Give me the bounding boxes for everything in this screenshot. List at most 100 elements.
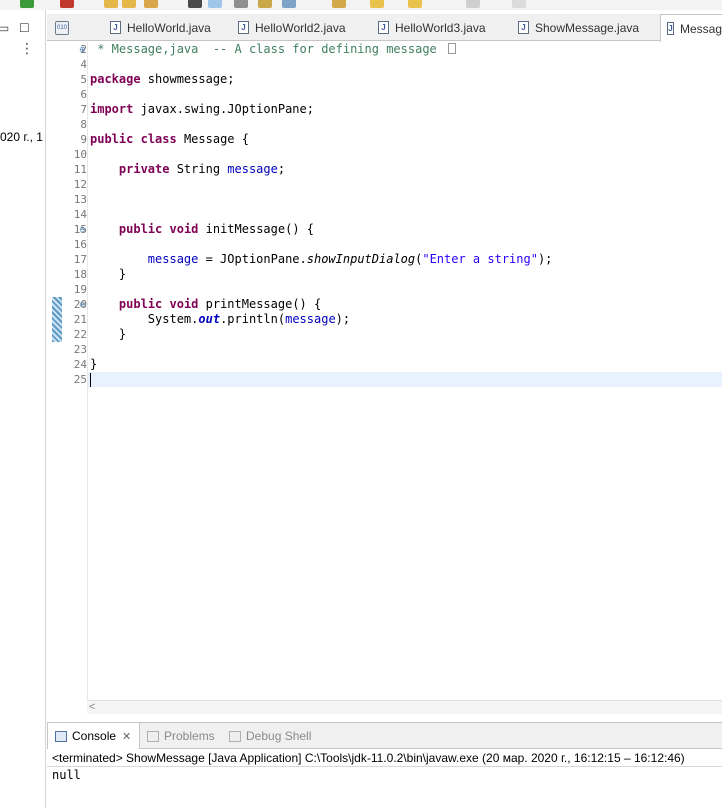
java-file-icon: J (518, 21, 529, 34)
line-number: 19 (73, 283, 87, 296)
view-menu-icon[interactable]: ⋮ (20, 42, 34, 56)
field-name: message (285, 312, 336, 326)
line-number: 24 (73, 358, 87, 371)
save-icon[interactable] (258, 0, 272, 8)
keyword: void (169, 297, 199, 311)
line-number-gutter: 2 4 5 6 7 8 9 10 11 12 13 14 15 16 17 18… (62, 42, 87, 700)
code-text: String (169, 162, 228, 176)
console-process-description: <terminated> ShowMessage [Java Applicati… (52, 751, 685, 765)
forward-icon[interactable] (466, 0, 480, 8)
code-text: showmessage; (140, 72, 235, 86)
field-name: message (227, 162, 278, 176)
tab-label: HelloWorld2.java (255, 20, 346, 35)
left-side-panel: ▭ ☐ ⋮ 020 г., 1 (0, 10, 46, 808)
line-number: 25 (73, 373, 87, 386)
code-line-7: import javax.swing.JOptionPane; (90, 102, 314, 117)
line-number: 8 (80, 118, 87, 131)
code-text: initMessage() { (198, 222, 314, 236)
fold-collapse-icon[interactable]: ⊖ (79, 297, 86, 312)
scroll-left-icon[interactable]: < (89, 701, 95, 714)
minimize-icon[interactable]: ▭ (0, 22, 9, 34)
code-text-area[interactable]: * Message,java -- A class for defining m… (87, 42, 722, 700)
line-number: 12 (73, 178, 87, 191)
tab-label: ShowMessage.java (535, 20, 640, 35)
string-literal: "Enter a string" (422, 252, 538, 266)
code-line-21: System.out.println(message); (90, 312, 350, 327)
back-icon[interactable] (408, 0, 422, 8)
text-caret (90, 373, 91, 387)
next-edit-icon[interactable] (370, 0, 384, 8)
code-line-2: * Message,java -- A class for defining m… (90, 42, 457, 57)
run-icon[interactable] (20, 0, 34, 8)
line-number: 21 (73, 313, 87, 326)
code-editor[interactable]: 2 4 5 6 7 8 9 10 11 12 13 14 15 16 17 18… (47, 42, 722, 700)
tasks-icon[interactable] (282, 0, 296, 8)
tab-helloworld2[interactable]: J HelloWorld2.java (232, 14, 346, 41)
code-text: printMessage() { (198, 297, 322, 311)
code-text: System. (147, 312, 199, 326)
line-number: 10 (73, 148, 87, 161)
collapsed-comment-icon[interactable] (448, 43, 457, 54)
truncated-timestamp: 020 г., 1 (0, 130, 43, 144)
prev-edit-icon[interactable] (332, 0, 346, 8)
line-number: 23 (73, 343, 87, 356)
tab-showmessage[interactable]: J ShowMessage.java (512, 14, 639, 41)
keyword: public (118, 297, 163, 311)
editor-tab-bar: 010 J HelloWorld.java J HelloWorld2.java… (47, 14, 722, 42)
line-number: 9 (80, 133, 87, 146)
code-line-24: } (90, 357, 98, 371)
maximize-icon[interactable]: ☐ (19, 22, 30, 34)
console-view[interactable]: <terminated> ShowMessage [Java Applicati… (47, 750, 722, 808)
line-number: 17 (73, 253, 87, 266)
tab-label: HelloWorld.java (127, 20, 211, 35)
tab-helloworld[interactable]: J HelloWorld.java (104, 14, 211, 41)
static-method: showInputDialog (306, 252, 416, 266)
tab-problems[interactable]: Problems (147, 723, 215, 749)
tab-console[interactable]: Console ✕ (47, 723, 141, 749)
overview-ruler (52, 42, 62, 700)
line-number: 14 (73, 208, 87, 221)
fold-collapse-icon[interactable]: ⊖ (79, 222, 86, 237)
java-file-icon: J (110, 21, 121, 34)
tab-helloworld3[interactable]: J HelloWorld3.java (372, 14, 486, 41)
new-folder-icon[interactable] (122, 0, 136, 8)
keyword: public (90, 132, 134, 146)
line-number: 13 (73, 193, 87, 206)
line-number: 18 (73, 268, 87, 281)
cursor-icon[interactable] (188, 0, 202, 8)
line-number: 22 (73, 328, 87, 341)
change-marker (52, 297, 62, 342)
code-text: Message { (176, 132, 249, 146)
static-field: out (198, 312, 221, 326)
tab-label: HelloWorld3.java (395, 20, 486, 35)
highlight-icon[interactable] (208, 0, 222, 8)
wand-icon[interactable] (144, 0, 158, 8)
java-file-icon: J (378, 21, 389, 34)
main-toolbar (0, 0, 722, 10)
java-file-icon: J (667, 22, 674, 35)
tab-message[interactable]: J Messag (660, 14, 722, 42)
tab-label: Messag (679, 21, 722, 36)
tab-class-file[interactable]: 010 (47, 14, 87, 41)
new-file-icon[interactable] (512, 0, 526, 8)
line-number: 11 (73, 163, 87, 176)
code-text: javax.swing.JOptionPane; (133, 102, 314, 116)
problems-icon (147, 730, 159, 742)
console-output[interactable]: null (52, 768, 81, 783)
fold-expand-icon[interactable]: ⊕ (79, 42, 86, 57)
keyword: import (90, 102, 134, 116)
horizontal-scrollbar[interactable]: < (87, 700, 722, 714)
current-line-highlight (88, 372, 722, 387)
tab-label: Problems (164, 729, 215, 743)
tab-label: Console (72, 729, 117, 743)
link-icon[interactable] (234, 0, 248, 8)
open-folder-icon[interactable] (104, 0, 118, 8)
console-divider (47, 766, 722, 767)
tab-debug-shell[interactable]: Debug Shell (229, 723, 311, 749)
console-tab-bar: Console ✕ Problems Debug Shell (47, 722, 722, 749)
code-line-22: } (90, 327, 127, 341)
keyword: void (169, 222, 199, 236)
java-file-icon: J (238, 21, 249, 34)
debug-icon[interactable] (60, 0, 74, 8)
close-icon[interactable]: ✕ (122, 730, 131, 743)
